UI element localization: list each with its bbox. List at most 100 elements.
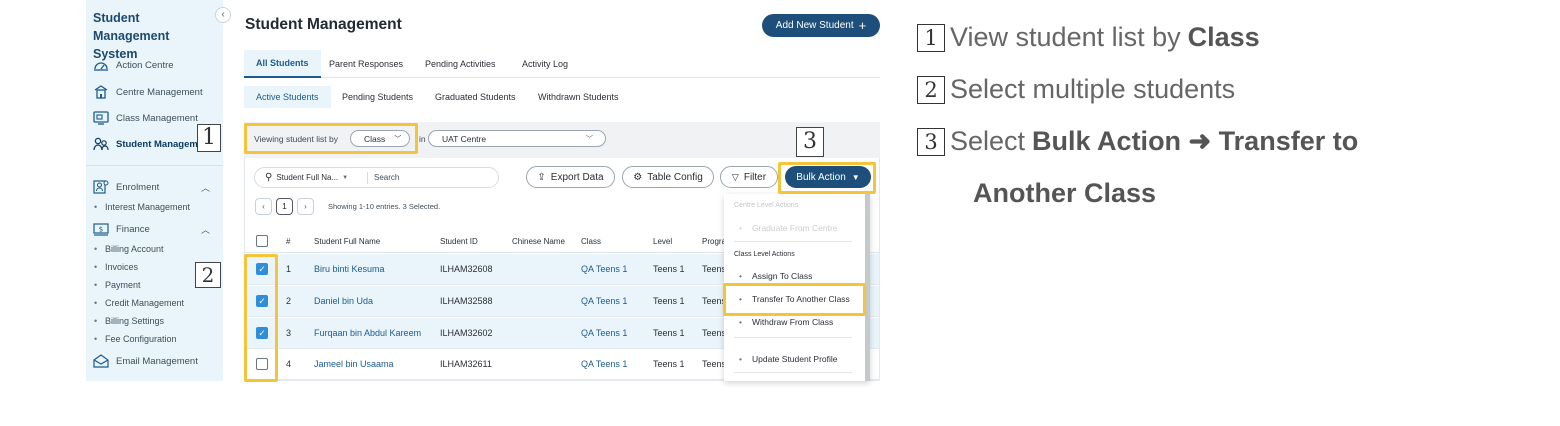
program-cell: Teens: [702, 264, 727, 274]
filter-icon: ▽: [731, 171, 739, 182]
callout-2: 2: [195, 262, 221, 288]
level-cell: Teens 1: [653, 328, 685, 338]
sidebar-item-centre-management[interactable]: Centre Management: [93, 84, 203, 100]
search-icon: ⚲: [265, 172, 273, 183]
sidebar-subitem-credit-management[interactable]: Credit Management: [94, 298, 184, 308]
class-link[interactable]: QA Teens 1: [581, 359, 627, 369]
step-text: Select multiple students: [950, 74, 1236, 104]
add-student-label: Add New Student: [775, 20, 854, 31]
sidebar-subitem-payment[interactable]: Payment: [94, 280, 140, 290]
menu-divider: [734, 372, 852, 373]
step-number: 1: [917, 23, 945, 52]
level-cell: Teens 1: [653, 264, 685, 274]
select-all-checkbox[interactable]: [256, 235, 268, 247]
search-field-select[interactable]: ⚲ Student Full Na... ▼: [255, 172, 367, 183]
student-name-link[interactable]: Daniel bin Uda: [314, 296, 373, 306]
student-id: ILHAM32611: [440, 359, 492, 369]
menu-header-centre: Centre Level Actions: [734, 202, 799, 209]
sidebar-subitem-billing-settings[interactable]: Billing Settings: [94, 316, 164, 326]
highlight-transfer-item: [723, 283, 866, 316]
step-bold: Class: [1187, 22, 1260, 52]
class-link[interactable]: QA Teens 1: [581, 296, 627, 306]
next-page-button[interactable]: ›: [297, 198, 314, 215]
gauge-icon: [93, 58, 109, 72]
student-id: ILHAM32588: [440, 296, 493, 306]
student-name-link[interactable]: Biru binti Kesuma: [314, 264, 385, 274]
prev-page-button[interactable]: ‹: [255, 198, 272, 215]
table-config-button[interactable]: ⚙ Table Config: [622, 166, 714, 188]
gear-icon: ⚙: [633, 171, 643, 183]
col-header-class[interactable]: Class: [581, 237, 601, 246]
brand-title: Student Management System: [93, 11, 170, 61]
chevron-up-icon[interactable]: ︿: [201, 223, 210, 236]
tab-all-students[interactable]: All Students: [244, 50, 321, 78]
page-title: Student Management: [245, 16, 402, 33]
collapse-sidebar-button[interactable]: ‹: [215, 7, 231, 23]
sidebar-item-action-centre[interactable]: Action Centre: [93, 57, 174, 73]
sidebar-item-email-management[interactable]: Email Management: [93, 353, 198, 369]
highlight-bulk-action: [778, 162, 876, 194]
row-index: 2: [286, 296, 292, 306]
col-header-chinese-name[interactable]: Chinese Name: [512, 237, 565, 246]
chevron-down-icon: ﹀: [586, 135, 593, 143]
filter-button[interactable]: ▽ Filter: [720, 166, 778, 188]
row-index: 3: [286, 328, 292, 338]
sidebar-item-class-management[interactable]: Class Management: [93, 110, 198, 126]
search-placeholder: Search: [374, 173, 400, 182]
col-header-name[interactable]: Student Full Name: [314, 237, 380, 246]
page-number[interactable]: 1: [276, 198, 293, 215]
menu-item-assign[interactable]: Assign To Class: [739, 271, 812, 281]
row-index: 4: [286, 359, 292, 369]
sidebar-subitem-billing-account[interactable]: Billing Account: [94, 244, 163, 254]
sidebar-item-label: Enrolment: [116, 181, 160, 193]
pagination-info: Showing 1-10 entries. 3 Selected.: [328, 202, 441, 211]
chevron-up-icon[interactable]: ︿: [201, 181, 210, 194]
add-new-student-button[interactable]: Add New Student +: [762, 14, 880, 37]
tab-graduated-students[interactable]: Graduated Students: [423, 86, 528, 108]
sidebar-item-label: Class Management: [116, 112, 198, 124]
sidebar: Student Management System Action Centre …: [86, 0, 223, 381]
col-header-program[interactable]: Progra: [702, 237, 726, 246]
tab-withdrawn-students[interactable]: Withdrawn Students: [526, 86, 631, 108]
sidebar-item-enrolment[interactable]: Enrolment ︿: [93, 179, 210, 195]
centre-select[interactable]: UAT Centre ﹀: [428, 130, 606, 147]
menu-item-withdraw[interactable]: Withdraw From Class: [739, 317, 833, 327]
col-header-id[interactable]: Student ID: [440, 237, 478, 246]
export-label: Export Data: [550, 171, 604, 183]
search-input[interactable]: ⚲ Student Full Na... ▼ Search: [254, 167, 499, 188]
tab-pending-students[interactable]: Pending Students: [330, 86, 425, 108]
col-header-level[interactable]: Level: [653, 237, 672, 246]
chevron-left-icon: ‹: [221, 9, 225, 20]
step-bold: Another Class: [973, 178, 1157, 208]
class-link[interactable]: QA Teens 1: [581, 264, 627, 274]
export-data-button[interactable]: ⇪ Export Data: [526, 166, 615, 188]
instruction-step-1: 1 View student list by Class: [917, 22, 1260, 53]
sidebar-item-student-management[interactable]: Student Management: [93, 136, 212, 152]
sub-tabs: Active Students Pending Students Graduat…: [244, 86, 880, 108]
sidebar-item-label: Email Management: [116, 355, 198, 367]
student-name-link[interactable]: Jameel bin Usaama: [314, 359, 394, 369]
instruction-step-2: 2 Select multiple students: [917, 74, 1235, 105]
step-text: View student list by: [950, 22, 1181, 52]
callout-3: 3: [796, 127, 824, 157]
sidebar-item-finance[interactable]: $ Finance ︿: [93, 221, 210, 237]
export-icon: ⇪: [537, 171, 546, 183]
mail-icon: [93, 354, 109, 368]
tab-active-students[interactable]: Active Students: [244, 86, 331, 108]
tab-activity-log[interactable]: Activity Log: [510, 50, 580, 78]
student-name-link[interactable]: Furqaan bin Abdul Kareem: [314, 328, 421, 338]
tab-parent-responses[interactable]: Parent Responses: [317, 50, 415, 78]
step-bold: Bulk Action ➜ Transfer to: [1032, 126, 1359, 156]
sidebar-subitem-interest-management[interactable]: Interest Management: [94, 202, 190, 212]
tab-pending-activities[interactable]: Pending Activities: [413, 50, 508, 78]
sidebar-item-label: Action Centre: [116, 59, 174, 71]
filter-label-text: Filter: [743, 171, 767, 183]
sidebar-subitem-invoices[interactable]: Invoices: [94, 262, 138, 272]
class-link[interactable]: QA Teens 1: [581, 328, 627, 338]
highlight-checkboxes: [244, 254, 278, 382]
menu-item-update-profile[interactable]: Update Student Profile: [739, 354, 837, 364]
enrolment-icon: [93, 180, 109, 194]
student-id: ILHAM32602: [440, 328, 493, 338]
sidebar-subitem-fee-configuration[interactable]: Fee Configuration: [94, 334, 176, 344]
plus-icon: +: [858, 18, 867, 33]
